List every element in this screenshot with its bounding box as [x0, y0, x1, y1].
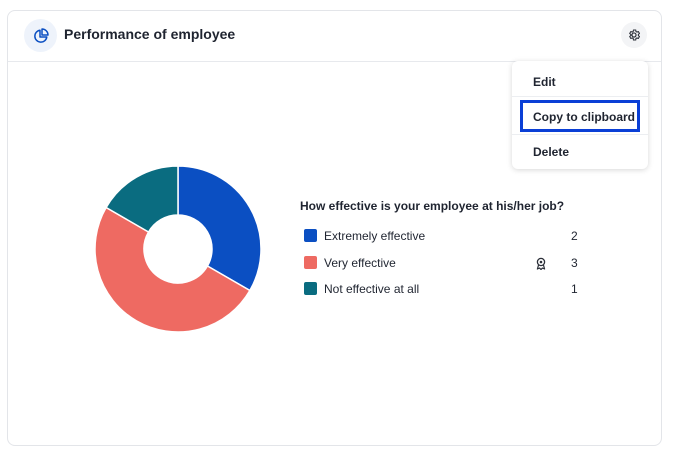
legend-count: 3: [571, 256, 578, 270]
settings-button[interactable]: [621, 22, 647, 48]
legend-label: Very effective: [324, 256, 396, 270]
delete-menu-item[interactable]: Delete: [512, 142, 648, 162]
legend-swatch: [304, 282, 317, 295]
chart-question: How effective is your employee at his/he…: [300, 199, 565, 213]
context-menu: Edit Copy to clipboard Delete: [512, 61, 648, 169]
page-title: Performance of employee: [64, 26, 236, 42]
legend-label: Extremely effective: [324, 229, 426, 243]
legend-swatch: [304, 229, 317, 242]
gear-icon: [629, 29, 641, 41]
card-header: Performance of employee: [8, 11, 661, 62]
award-icon: [532, 254, 550, 272]
legend-swatch: [304, 256, 317, 269]
legend-label: Not effective at all: [324, 282, 420, 296]
copy-to-clipboard-menu-item[interactable]: Copy to clipboard: [520, 100, 640, 132]
menu-divider: [512, 96, 648, 97]
donut-slice[interactable]: [177, 165, 262, 292]
donut-chart: [94, 165, 262, 333]
edit-menu-item[interactable]: Edit: [512, 72, 648, 92]
legend-count: 1: [571, 282, 578, 296]
pie-chart-icon: [24, 19, 57, 52]
legend-item[interactable]: Extremely effective 2: [304, 227, 584, 245]
legend-item[interactable]: Very effective 3: [304, 254, 584, 272]
legend-count: 2: [571, 229, 578, 243]
legend-item[interactable]: Not effective at all 1: [304, 280, 584, 298]
menu-divider: [512, 134, 648, 135]
